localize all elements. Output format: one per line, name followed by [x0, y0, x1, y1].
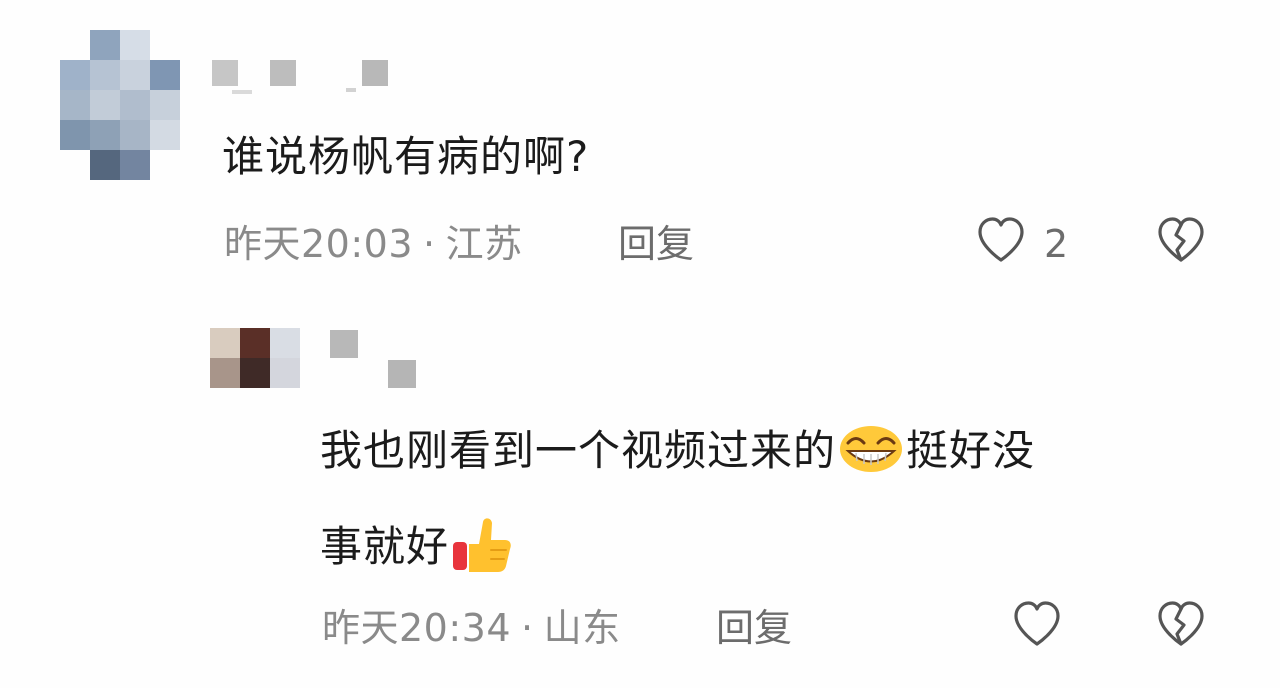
grinning-face-emoji [838, 424, 904, 483]
comment-text: 谁说杨帆有病的啊? [222, 132, 590, 181]
username-mosaic[interactable] [330, 330, 420, 390]
comment-text-part: 事就好 [320, 522, 450, 571]
comment-text-part: 挺好没 [906, 426, 1036, 475]
avatar[interactable] [60, 30, 180, 180]
username-mosaic[interactable] [212, 60, 392, 100]
meta-separator: · [423, 222, 436, 266]
dislike-button[interactable] [1154, 598, 1208, 652]
comment-text-part: 我也刚看到一个视频过来的 [320, 426, 837, 475]
comment-time: 昨天20:34 [322, 606, 512, 650]
like-button[interactable] [1010, 598, 1064, 652]
comment-text: 我也刚看到一个视频过来的 挺好没 [320, 424, 1035, 483]
dislike-button[interactable] [1154, 214, 1208, 268]
comment-location: 山东 [543, 606, 621, 650]
broken-heart-icon [1158, 601, 1204, 646]
avatar[interactable] [210, 328, 300, 388]
comment-text: 事就好 [320, 514, 515, 585]
reply-button[interactable]: 回复 [716, 606, 792, 650]
heart-outline-icon [978, 217, 1024, 262]
like-count: 2 [1044, 222, 1069, 266]
heart-outline-icon [1014, 601, 1060, 646]
meta-separator: · [521, 606, 534, 650]
reply-button[interactable]: 回复 [618, 222, 694, 266]
comment-location: 江苏 [445, 222, 523, 266]
thumbs-up-emoji [451, 514, 513, 585]
comment-thread: 谁说杨帆有病的啊? 昨天20:03·江苏 回复 2 我也刚看到一个视频过来的 [0, 0, 1280, 688]
comment-meta: 昨天20:03 · 江苏 [224, 222, 523, 266]
comment-time: 昨天20:03 [224, 222, 414, 266]
broken-heart-icon [1158, 217, 1204, 262]
like-button[interactable] [974, 214, 1028, 268]
comment-meta: 昨天20:34 · 山东 [322, 606, 621, 650]
